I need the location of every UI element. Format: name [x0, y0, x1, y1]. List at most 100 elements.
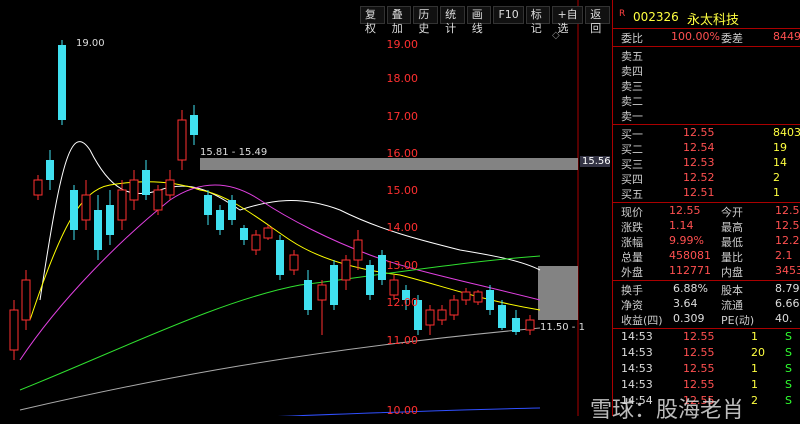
candle-body — [289, 254, 299, 271]
tick-direction: S — [785, 394, 792, 407]
stat-value: 12.2 — [775, 234, 800, 247]
candle-body — [378, 255, 386, 280]
candle-body — [461, 291, 471, 301]
toolbar-draw-button[interactable]: 画线 — [466, 6, 492, 35]
tick-price: 12.55 — [683, 378, 715, 391]
stat-row: 现价 12.55 今开 12.5 — [613, 204, 800, 220]
bid-label: 买四 — [621, 173, 643, 186]
y-tick-12: 12.00 — [386, 296, 419, 309]
bid-price: 12.55 — [683, 126, 715, 139]
candle-body — [425, 309, 435, 326]
bid-row: 买五 12.51 1 — [613, 186, 800, 202]
stat-value: 1.14 — [669, 219, 694, 232]
tick-row: 14:53 12.55 1 S — [613, 330, 800, 346]
info-label: 收益(四) — [621, 314, 663, 327]
info-row: 换手 6.88% 股本 8.79 — [613, 282, 800, 298]
kline-svg — [9, 0, 579, 416]
toolbar-back-button[interactable]: 返回 — [585, 6, 610, 35]
kline-chart[interactable]: 复权 叠加 历史 统计 画线 F10 标记 +自选 返回 19.00 18.00… — [0, 0, 610, 416]
stat-value: 12.5 — [775, 204, 800, 217]
candle-body — [263, 227, 273, 239]
tick-price: 12.55 — [683, 330, 715, 343]
stat-row: 涨幅 9.99% 最低 12.2 — [613, 234, 800, 250]
y-tick-15: 15.00 — [386, 184, 419, 197]
stock-code: 002326 — [633, 10, 679, 24]
info-value: 6.88% — [673, 282, 708, 295]
info-value: 3.64 — [673, 297, 698, 310]
stat-label: 外盘 — [621, 266, 643, 279]
candle-body — [21, 279, 31, 321]
stat-label: 今开 — [721, 206, 743, 219]
y-tick-14: 14.00 — [386, 221, 419, 234]
candle-body — [330, 265, 338, 305]
quote-panel: R 002326 永太科技 委比 100.00% 委差 8449 卖五 卖四 卖… — [612, 0, 800, 416]
stat-row: 涨跌 1.14 最高 12.5 — [613, 219, 800, 235]
stat-value: 12.55 — [669, 204, 701, 217]
stat-label: 现价 — [621, 206, 643, 219]
y-tick-10: 10.00 — [386, 404, 419, 416]
candle-body — [240, 228, 248, 240]
stat-value: 2.1 — [775, 249, 793, 262]
y-tick-18: 18.00 — [386, 72, 419, 85]
candle-body — [70, 190, 78, 230]
candle-body — [473, 291, 483, 303]
bid-label: 买二 — [621, 143, 643, 156]
y-tick-19: 19.00 — [386, 38, 419, 51]
candle-body — [216, 210, 224, 230]
ask-row: 卖一 — [621, 110, 643, 123]
stat-label: 最高 — [721, 221, 743, 234]
candle-body — [276, 240, 284, 275]
tick-direction: S — [785, 330, 792, 343]
tick-time: 14:53 — [621, 346, 653, 359]
bid-volume: 19 — [773, 141, 787, 154]
info-value: 6.66 — [775, 297, 800, 310]
bid-price: 12.51 — [683, 186, 715, 199]
toolbar-mark-button[interactable]: 标记 — [525, 6, 551, 35]
y-tick-16: 16.00 — [386, 147, 419, 160]
tick-volume: 1 — [751, 330, 758, 343]
bid-row: 买二 12.54 19 — [613, 141, 800, 157]
candle-body — [46, 160, 54, 180]
tick-time: 14:53 — [621, 362, 653, 375]
toolbar-history-button[interactable]: 历史 — [413, 6, 439, 35]
candle-body — [389, 279, 399, 296]
candle-body — [33, 179, 43, 196]
tick-price: 12.55 — [683, 346, 715, 359]
candle-body — [525, 319, 535, 331]
chart-toolbar: 复权 叠加 历史 统计 画线 F10 标记 +自选 返回 — [360, 6, 610, 35]
bid-label: 买三 — [621, 158, 643, 171]
candle-body — [142, 170, 150, 195]
info-label: 换手 — [621, 284, 643, 297]
stat-label: 内盘 — [721, 266, 743, 279]
bid-price: 12.53 — [683, 156, 715, 169]
candle-body — [129, 179, 139, 201]
wb-row: 委比 100.00% 委差 8449 — [621, 30, 800, 45]
ask-row: 卖三 — [621, 80, 643, 93]
candle-body — [341, 259, 351, 281]
toolbar-overlay-button[interactable]: 叠加 — [386, 6, 412, 35]
candle-body — [512, 318, 520, 332]
candle-body — [498, 305, 506, 328]
candle-body — [153, 189, 163, 211]
bid-price: 12.54 — [683, 141, 715, 154]
toolbar-f10-button[interactable]: F10 — [493, 6, 524, 24]
tick-time: 14:53 — [621, 378, 653, 391]
candle-body — [58, 45, 66, 120]
toolbar-add-watch-button[interactable]: +自选 — [552, 6, 584, 35]
support-zone — [538, 266, 578, 320]
candle-body — [449, 299, 459, 316]
info-value: 40. — [775, 312, 793, 325]
toolbar-stats-button[interactable]: 统计 — [440, 6, 465, 35]
y-tick-11: 11.00 — [386, 334, 419, 347]
tick-row: 14:53 12.55 1 S — [613, 362, 800, 378]
toolbar-fuquan-button[interactable]: 复权 — [360, 6, 385, 35]
candle-body — [9, 309, 19, 351]
stat-label: 总量 — [621, 251, 643, 264]
tick-time: 14:53 — [621, 330, 653, 343]
stock-name: 永太科技 — [687, 13, 740, 28]
tick-price: 12.55 — [683, 362, 715, 375]
candle-body — [81, 194, 91, 221]
stat-value: 112771 — [669, 264, 711, 277]
zone-bottom-label: 11.50 - 1 — [540, 322, 585, 333]
candle-body — [204, 195, 212, 215]
